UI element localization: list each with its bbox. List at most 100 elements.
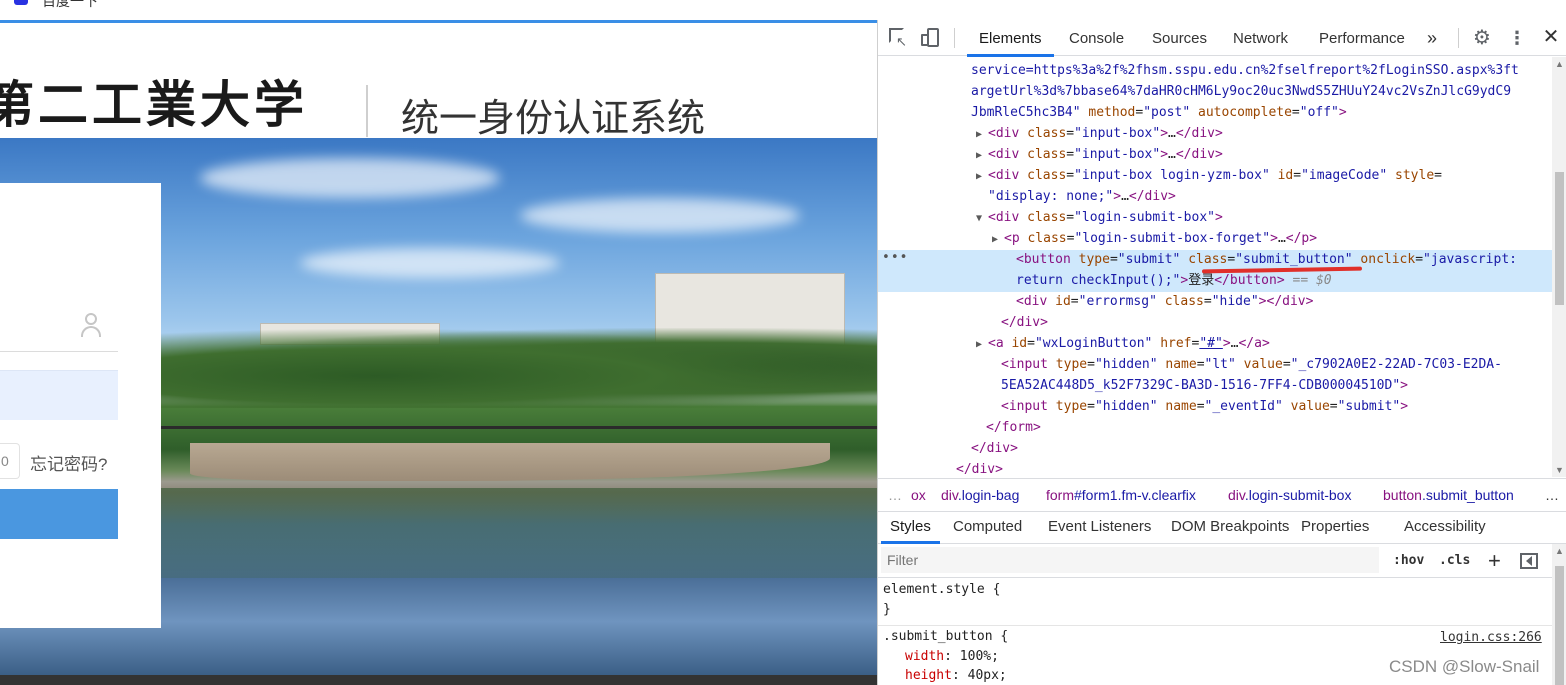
dom-token: </div> bbox=[971, 440, 1018, 456]
settings-gear-icon[interactable]: ⚙ bbox=[1472, 28, 1492, 48]
dom-token: <div bbox=[988, 209, 1020, 225]
dom-node-line[interactable]: "display: none;">…</div> bbox=[878, 187, 1552, 208]
breadcrumb-item[interactable]: ox bbox=[911, 479, 926, 512]
dom-node-line[interactable]: ▶ <div class="input-box">…</div> bbox=[878, 124, 1552, 145]
toggle-sidebar-icon[interactable] bbox=[1520, 553, 1538, 569]
styles-scrollbar[interactable]: ▲ bbox=[1552, 544, 1566, 685]
dom-node-line[interactable]: return checkInput();">登录</button> == $0 bbox=[878, 270, 1552, 292]
dom-token: = bbox=[1066, 168, 1075, 183]
dom-token: </a> bbox=[1238, 335, 1270, 351]
dom-node-line[interactable]: </div> bbox=[878, 439, 1552, 460]
dom-token: = bbox=[1329, 398, 1338, 414]
tree-line bbox=[160, 328, 877, 408]
dom-token: class bbox=[1019, 147, 1067, 162]
dom-tree-scrollbar[interactable]: ▲ ▼ bbox=[1552, 57, 1566, 477]
dom-node-line[interactable]: 5EA52AC448D5_k52F7329C-BA3D-1516-7FF4-CD… bbox=[878, 376, 1552, 397]
breadcrumb-overflow-icon[interactable]: … bbox=[888, 479, 902, 512]
expanded-triangle-icon[interactable]: ▼ bbox=[976, 209, 988, 229]
element-style-selector[interactable]: element.style { bbox=[883, 580, 1000, 600]
submit-button-selector[interactable]: .submit_button { bbox=[883, 627, 1008, 647]
more-options-icon[interactable]: ⋮ bbox=[1508, 28, 1526, 48]
dom-token: "hidden" bbox=[1094, 356, 1158, 372]
header-divider bbox=[366, 85, 368, 137]
breadcrumb-more-icon[interactable]: … bbox=[1545, 479, 1559, 512]
dom-token: 5EA52AC448D5_k52F7329C-BA3D-1516-7FF4-CD… bbox=[1001, 377, 1401, 393]
collapsed-triangle-icon[interactable]: ▶ bbox=[992, 230, 1004, 250]
close-icon[interactable]: ✕ bbox=[1542, 27, 1560, 47]
more-tabs-button[interactable]: » bbox=[1427, 20, 1437, 56]
css-source-link[interactable]: login.css:266 bbox=[1440, 628, 1542, 648]
tab-properties[interactable]: Properties bbox=[1301, 512, 1369, 543]
tab-styles[interactable]: Styles bbox=[881, 512, 940, 544]
scroll-up-icon[interactable]: ▲ bbox=[1555, 59, 1564, 69]
breadcrumb-item[interactable]: form#form1.fm-v.clearfix bbox=[1046, 479, 1196, 512]
cloud bbox=[200, 158, 500, 198]
tab-accessibility[interactable]: Accessibility bbox=[1404, 512, 1486, 543]
element-style-close: } bbox=[883, 602, 891, 617]
collapsed-triangle-icon[interactable]: ▶ bbox=[976, 167, 988, 187]
dom-token: "input-box" bbox=[1074, 126, 1161, 141]
dom-token: value bbox=[1235, 356, 1283, 372]
device-toolbar-icon[interactable] bbox=[921, 28, 941, 48]
dom-node-line[interactable]: JbmRleC5hc3B4" method = "post" autocomplet… bbox=[878, 103, 1552, 124]
tab-computed[interactable]: Computed bbox=[953, 512, 1022, 543]
inspect-element-icon[interactable]: ↖ bbox=[889, 28, 909, 48]
dom-node-line[interactable]: ▶ <div class="input-box">…</div> bbox=[878, 145, 1552, 166]
dom-node-line[interactable]: </div> bbox=[878, 313, 1552, 334]
cls-toggle[interactable]: .cls bbox=[1439, 544, 1470, 578]
dom-token: <p bbox=[1004, 230, 1020, 246]
dom-node-line[interactable]: <div id="errormsg" class="hide"></div> bbox=[878, 292, 1552, 313]
devtools-panel: ↖ Elements Console Sources Network Perfo… bbox=[877, 20, 1566, 685]
scroll-down-icon[interactable]: ▼ bbox=[1555, 465, 1564, 475]
scroll-up-icon[interactable]: ▲ bbox=[1555, 546, 1564, 556]
breadcrumb-item[interactable]: div.login-submit-box bbox=[1228, 479, 1351, 512]
dom-token: = bbox=[1087, 398, 1095, 414]
dom-node-line[interactable]: ▼ <div class="login-submit-box"> bbox=[878, 208, 1552, 229]
dom-node-line[interactable]: service=https%3a%2f%2fhsm.sspu.edu.cn%2f… bbox=[878, 61, 1552, 82]
tab-console[interactable]: Console bbox=[1069, 20, 1124, 56]
dom-tree[interactable]: </div> </div> </form> <input type="hidden" … bbox=[878, 57, 1552, 477]
dom-token: = bbox=[1196, 398, 1205, 414]
captcha-field[interactable]: 0 bbox=[0, 443, 20, 479]
new-style-rule-button[interactable]: + bbox=[1488, 544, 1501, 578]
dom-node-line[interactable]: argetUrl%3d%7bbase64%7daHR0cHM6Ly9oc20uc… bbox=[878, 82, 1552, 103]
tab-network[interactable]: Network bbox=[1233, 20, 1288, 56]
scrollbar-thumb[interactable] bbox=[1555, 566, 1564, 685]
dom-token: "_c7902A0E2-22AD-7C03-E2DA- bbox=[1290, 356, 1502, 372]
scrollbar-thumb[interactable] bbox=[1555, 172, 1564, 305]
dom-node-line[interactable]: ▶ <div class="input-box login-yzm-box" id… bbox=[878, 166, 1552, 187]
dom-token: "#" bbox=[1199, 335, 1223, 351]
browser-tab[interactable]: 百度一下 bbox=[0, 0, 877, 22]
dom-node-line[interactable]: <button type="submit" class="submit_butt… bbox=[878, 249, 1552, 271]
dom-node-line[interactable]: <input type="hidden" name="lt" value="_c… bbox=[878, 355, 1552, 376]
dom-token: class bbox=[1180, 251, 1228, 267]
dom-node-line[interactable]: ▶ <p class="login-submit-box-forget">…</p… bbox=[878, 229, 1552, 250]
login-submit-button[interactable] bbox=[0, 489, 118, 539]
styles-filter-row: :hov .cls + bbox=[878, 544, 1566, 578]
tab-event-listeners[interactable]: Event Listeners bbox=[1048, 512, 1151, 543]
css-property-height[interactable]: height: 40px; bbox=[905, 666, 1007, 685]
hov-toggle[interactable]: :hov bbox=[1393, 544, 1424, 578]
dom-token: </div> bbox=[1001, 314, 1048, 330]
tab-dom-breakpoints[interactable]: DOM Breakpoints bbox=[1171, 512, 1289, 543]
breadcrumb-item[interactable]: button.submit_button bbox=[1383, 479, 1514, 512]
dom-token: <button bbox=[1016, 251, 1071, 267]
dom-token: = bbox=[1291, 105, 1300, 120]
dom-node-line[interactable]: <input type="hidden" name="_eventId" val… bbox=[878, 397, 1552, 418]
dom-node-line[interactable]: ▶ <a id="wxLoginButton" href="#">…</a> bbox=[878, 334, 1552, 355]
breadcrumb-item[interactable]: div.login-bag bbox=[941, 479, 1019, 512]
styles-filter-input[interactable] bbox=[881, 547, 1379, 573]
collapsed-triangle-icon[interactable]: ▶ bbox=[976, 125, 988, 145]
collapsed-triangle-icon[interactable]: ▶ bbox=[976, 146, 988, 166]
dom-node-line[interactable]: </form> bbox=[878, 418, 1552, 439]
css-property-width[interactable]: width: 100%; bbox=[905, 647, 999, 667]
dom-node-line[interactable]: </div> bbox=[878, 460, 1552, 478]
tab-elements[interactable]: Elements bbox=[967, 20, 1053, 57]
dom-token: <a bbox=[988, 335, 1004, 351]
tab-performance[interactable]: Performance bbox=[1319, 20, 1405, 56]
tab-sources[interactable]: Sources bbox=[1152, 20, 1207, 56]
ellipsis-icon[interactable]: ••• bbox=[882, 250, 908, 265]
collapsed-triangle-icon[interactable]: ▶ bbox=[976, 335, 988, 355]
forget-password-link[interactable]: 忘记密码? bbox=[30, 454, 107, 476]
password-field[interactable] bbox=[0, 370, 118, 420]
